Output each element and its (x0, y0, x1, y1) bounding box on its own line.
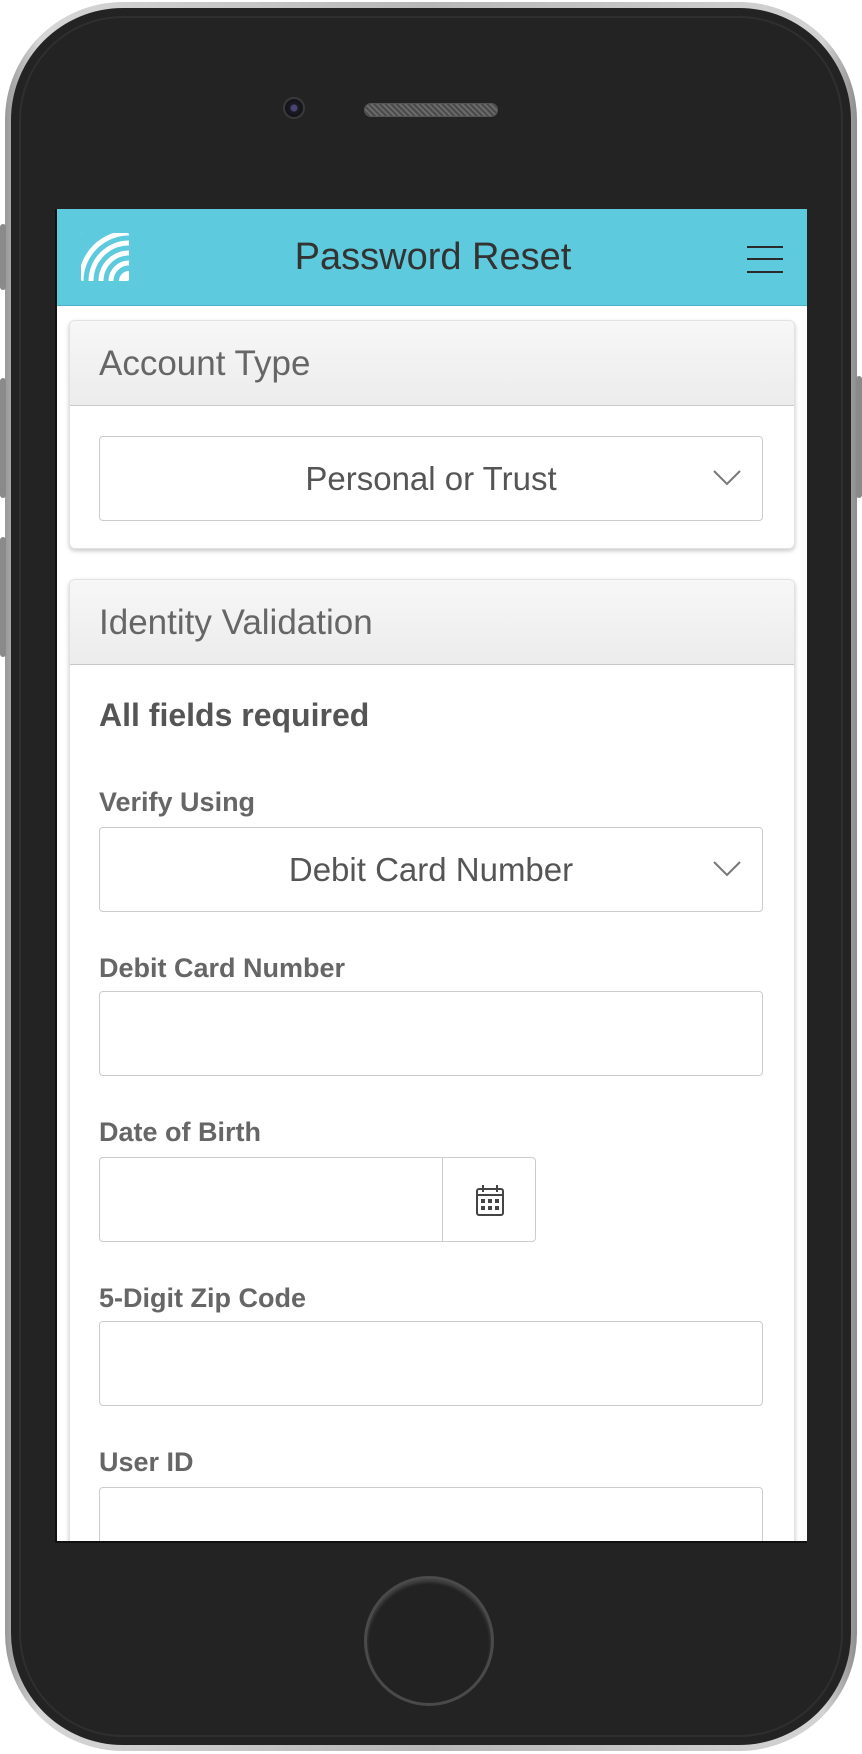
calendar-icon (476, 1185, 504, 1216)
volume-up-button (0, 378, 6, 498)
date-picker-button[interactable] (442, 1157, 536, 1242)
app-header: Password Reset (57, 209, 807, 306)
app-screen: Password Reset Account Type Personal or … (55, 209, 807, 1543)
panel-heading: Account Type (70, 321, 794, 406)
date-of-birth-label: Date of Birth (99, 1117, 261, 1147)
verify-using-label: Verify Using (99, 787, 256, 817)
date-of-birth-input[interactable] (99, 1157, 443, 1242)
date-of-birth-group (99, 1157, 536, 1242)
mute-switch (0, 224, 6, 290)
volume-down-button (0, 537, 6, 657)
identity-validation-panel: Identity Validation All fields required … (69, 579, 795, 1541)
required-fields-note: All fields required (99, 697, 370, 733)
earpiece-speaker (364, 103, 498, 117)
power-button (856, 376, 862, 498)
user-id-input[interactable] (99, 1487, 763, 1541)
account-type-select[interactable]: Personal or Trust (99, 436, 763, 521)
hamburger-menu-icon[interactable] (747, 244, 783, 274)
chevron-down-icon (713, 470, 741, 486)
select-value: Personal or Trust (305, 460, 557, 497)
panel-heading: Identity Validation (70, 580, 794, 665)
zip-code-input[interactable] (99, 1321, 763, 1406)
chevron-down-icon (713, 861, 741, 877)
home-button[interactable] (364, 1576, 494, 1706)
debit-card-input[interactable] (99, 991, 763, 1076)
verify-using-select[interactable]: Debit Card Number (99, 827, 763, 912)
front-camera (283, 97, 305, 119)
zip-code-label: 5-Digit Zip Code (99, 1283, 306, 1313)
debit-card-label: Debit Card Number (99, 953, 346, 983)
select-value: Debit Card Number (288, 851, 574, 888)
user-id-label: User ID (99, 1447, 194, 1477)
account-type-panel: Account Type Personal or Trust (69, 320, 795, 549)
page-title: Password Reset (294, 236, 572, 278)
